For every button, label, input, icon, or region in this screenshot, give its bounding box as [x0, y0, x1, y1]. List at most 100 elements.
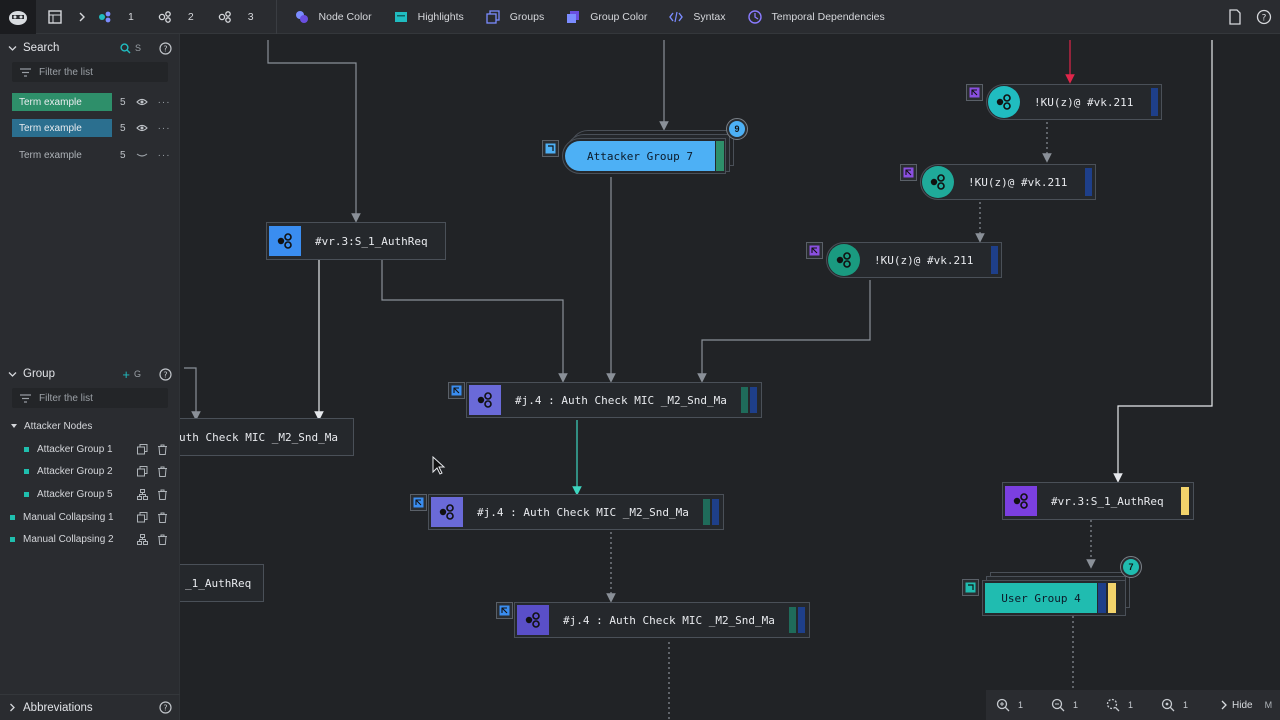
help-icon[interactable]: ?: [159, 41, 172, 55]
collapse-icon[interactable]: [137, 465, 148, 477]
zoom-fit-button[interactable]: 1: [1106, 698, 1161, 712]
graph-node[interactable]: uth Check MIC _M2_Snd_Ma: [180, 418, 354, 456]
graph-canvas[interactable]: #vr.3:S_1_AuthReq Attacker Group 7 9 !KU…: [180, 34, 1280, 720]
expand-tree-icon[interactable]: [137, 533, 148, 545]
graph-node[interactable]: _1_AuthReq: [180, 564, 264, 602]
node-label: #j.4 : Auth Check MIC _M2_Snd_Ma: [477, 505, 689, 519]
graph-node[interactable]: #j.4 : Auth Check MIC _M2_Snd_Ma: [494, 600, 812, 640]
group-expand-icon[interactable]: [542, 140, 559, 157]
search-term-label: Term example: [19, 149, 82, 161]
caret-down-icon[interactable]: [10, 422, 18, 430]
node-expand-icon[interactable]: [496, 602, 513, 619]
chevron-down-icon[interactable]: [8, 370, 17, 379]
search-term-row[interactable]: Term example 5 ···: [12, 145, 172, 165]
collapse-icon[interactable]: [137, 511, 148, 523]
zoom-fit-value: 1: [1128, 700, 1134, 710]
node-label: #vr.3:S_1_AuthReq: [1051, 494, 1164, 508]
group-panel-header[interactable]: Group + G ?: [0, 361, 180, 387]
search-panel-header[interactable]: Search S ?: [0, 35, 180, 61]
attacker-group-node[interactable]: Attacker Group 7 9: [540, 118, 748, 176]
eye-icon[interactable]: [135, 98, 148, 106]
trash-icon[interactable]: [157, 534, 168, 545]
temporal-dependencies-button[interactable]: Temporal Dependencies: [740, 0, 893, 34]
zoom-in-value: 1: [1018, 700, 1024, 710]
group-color-label: Group Color: [590, 10, 648, 23]
expand-tree-icon[interactable]: [137, 488, 148, 500]
search-term-row[interactable]: Term example 5 ···: [12, 92, 172, 112]
group-item[interactable]: Attacker Group 1: [0, 438, 180, 460]
zoom-reset-button[interactable]: 1: [1161, 698, 1216, 712]
user-group-node[interactable]: User Group 4 7: [962, 556, 1142, 616]
node-expand-icon[interactable]: [448, 382, 465, 399]
graph-node[interactable]: #vr.3:S_1_AuthReq: [1002, 482, 1194, 520]
graph-node[interactable]: #vr.3:S_1_AuthReq: [266, 222, 446, 260]
search-term-chip[interactable]: Term example: [12, 146, 112, 164]
hide-button[interactable]: Hide M: [1220, 700, 1272, 711]
toolbar-divider: [275, 0, 277, 34]
group-item[interactable]: Attacker Group 2: [0, 460, 180, 482]
syntax-label: Syntax: [693, 10, 726, 23]
node-type-icon: [469, 385, 501, 415]
node-color-button[interactable]: Node Color: [287, 0, 380, 34]
chevron-down-icon[interactable]: [8, 44, 17, 53]
document-icon[interactable]: [1228, 9, 1242, 25]
help-icon[interactable]: ?: [1256, 9, 1272, 25]
node-body: !KU(z)@ #vk.211: [826, 242, 1002, 278]
search-term-count: 5: [120, 122, 126, 134]
trash-icon[interactable]: [157, 466, 168, 477]
search-term-chip[interactable]: Term example: [12, 93, 112, 111]
group-item[interactable]: Manual Collapsing 2: [0, 528, 180, 550]
graph-node[interactable]: !KU(z)@ #vk.211: [898, 162, 1098, 202]
clock-icon: [747, 9, 762, 24]
node-expand-icon[interactable]: [806, 242, 823, 259]
level-3-button[interactable]: 3: [210, 0, 262, 34]
more-options-icon[interactable]: ···: [158, 123, 171, 134]
trash-icon[interactable]: [157, 489, 168, 500]
eye-closed-icon[interactable]: [136, 151, 148, 159]
group-parent-row[interactable]: Attacker Nodes: [0, 415, 180, 437]
chevron-right-icon[interactable]: [8, 703, 17, 712]
graph-node[interactable]: !KU(z)@ #vk.211: [964, 82, 1164, 122]
search-term-row[interactable]: Term example 5 ···: [12, 118, 172, 138]
highlights-button[interactable]: Highlights: [386, 0, 472, 34]
graph-node[interactable]: #j.4 : Auth Check MIC _M2_Snd_Ma: [408, 492, 726, 532]
group-pill[interactable]: Attacker Group 7: [562, 138, 726, 174]
groups-button[interactable]: Groups: [478, 0, 552, 34]
syntax-button[interactable]: Syntax: [661, 0, 733, 34]
group-item[interactable]: Manual Collapsing 1: [0, 506, 180, 528]
graph-node[interactable]: !KU(z)@ #vk.211: [804, 240, 1004, 280]
node-expand-icon[interactable]: [900, 164, 917, 181]
node-expand-icon[interactable]: [410, 494, 427, 511]
chevron-right-icon[interactable]: [74, 0, 90, 34]
groups-icon: [486, 9, 500, 24]
collapse-icon[interactable]: [137, 443, 148, 455]
group-box[interactable]: User Group 4: [982, 580, 1126, 616]
zoom-out-button[interactable]: 1: [1051, 698, 1106, 712]
graph-node[interactable]: #j.4 : Auth Check MIC _M2_Snd_Ma: [446, 380, 764, 420]
group-filter-input[interactable]: Filter the list: [12, 388, 168, 408]
help-icon[interactable]: ?: [159, 701, 172, 714]
group-item[interactable]: Attacker Group 5: [0, 483, 180, 505]
search-term-chip[interactable]: Term example: [12, 119, 112, 137]
level-1-button[interactable]: 1: [90, 0, 142, 34]
trash-icon[interactable]: [157, 512, 168, 523]
help-icon[interactable]: ?: [159, 367, 172, 381]
search-icon[interactable]: [120, 42, 131, 54]
group-color-button[interactable]: Group Color: [558, 0, 655, 34]
level-2-button[interactable]: 2: [150, 0, 202, 34]
trash-icon[interactable]: [157, 444, 168, 455]
zoom-in-button[interactable]: 1: [996, 698, 1051, 712]
app-logo[interactable]: [0, 0, 36, 34]
highlights-label: Highlights: [417, 10, 464, 23]
node-expand-icon[interactable]: [966, 84, 983, 101]
search-filter-input[interactable]: Filter the list: [12, 62, 168, 82]
highlight-bar: [1098, 583, 1106, 613]
groups-label: Groups: [509, 10, 545, 23]
abbreviations-panel-header[interactable]: Abbreviations ?: [0, 694, 180, 720]
eye-icon[interactable]: [135, 124, 148, 132]
more-options-icon[interactable]: ···: [158, 150, 171, 161]
more-options-icon[interactable]: ···: [158, 97, 171, 108]
add-group-icon[interactable]: +: [122, 367, 130, 382]
layout-toggle-icon[interactable]: [36, 0, 74, 34]
group-expand-icon[interactable]: [962, 579, 979, 596]
